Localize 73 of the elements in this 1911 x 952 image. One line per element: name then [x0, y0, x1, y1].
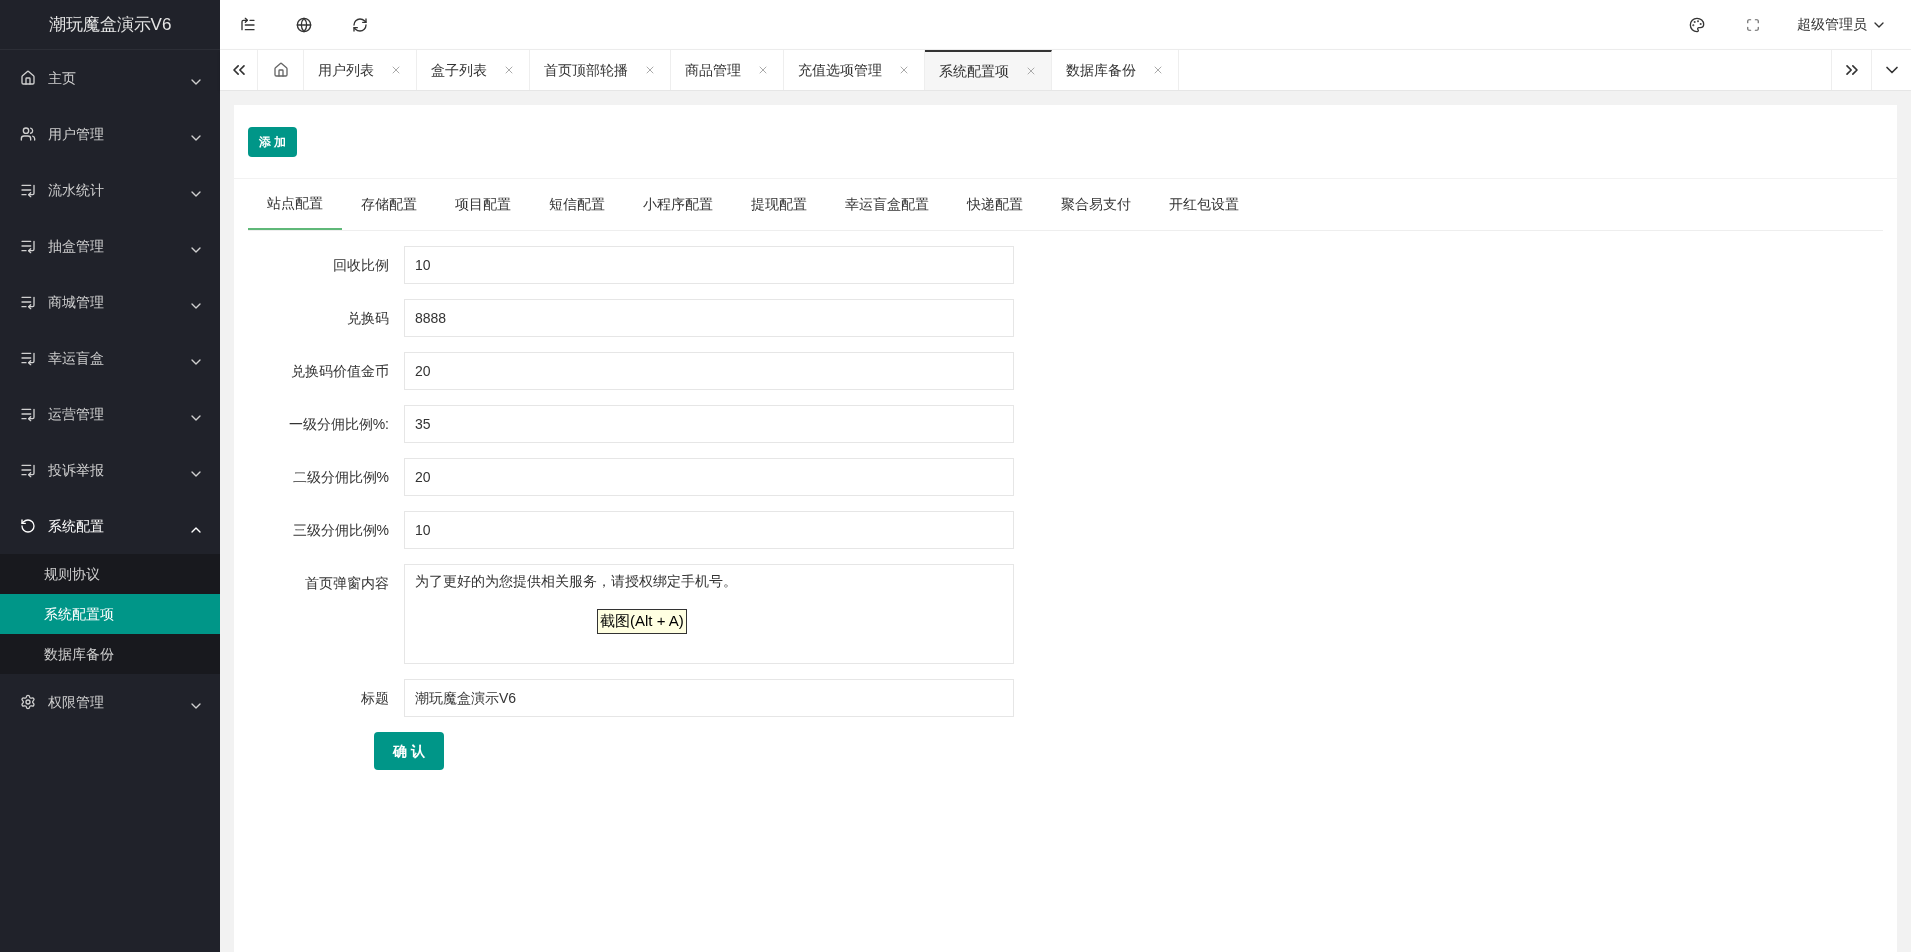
close-icon[interactable] [644, 64, 656, 76]
sidebar-item[interactable]: 运营管理 [0, 386, 220, 442]
sidebar-item[interactable]: 幸运盲盒 [0, 330, 220, 386]
field-label: 兑换码 [346, 309, 390, 328]
confirm-button[interactable]: 确 认 [374, 732, 444, 770]
config-tab[interactable]: 开红包设置 [1150, 179, 1258, 230]
submenu-item[interactable]: 规则协议 [0, 554, 220, 594]
close-icon[interactable] [503, 64, 515, 76]
home-icon [272, 62, 289, 78]
sidebar-item[interactable]: 系统配置 [0, 498, 220, 554]
input-field[interactable]: 20 [404, 458, 1014, 496]
list-icon [20, 238, 36, 254]
config-tab[interactable]: 快递配置 [948, 179, 1042, 230]
sidebar-item[interactable]: 流水统计 [0, 162, 220, 218]
cycle-icon [20, 518, 36, 534]
input-field[interactable]: 35 [404, 405, 1014, 443]
input-field[interactable]: 潮玩魔盒演示V6 [404, 679, 1014, 717]
fullscreen-icon [1746, 17, 1760, 32]
refresh-icon [352, 16, 368, 33]
input-field[interactable]: 20 [404, 352, 1014, 390]
sidebar-item[interactable]: 用户管理 [0, 106, 220, 162]
close-icon[interactable] [1152, 64, 1164, 76]
list-icon [20, 462, 36, 478]
config-tab[interactable]: 聚合易支付 [1042, 179, 1150, 230]
close-icon[interactable] [1025, 65, 1037, 77]
page-tab[interactable]: 盒子列表 [417, 50, 530, 90]
globe-icon [296, 16, 312, 33]
field-label: 回收比例 [332, 256, 390, 275]
config-tab[interactable]: 项目配置 [436, 179, 530, 230]
sidebar-item[interactable]: 权限管理 [0, 674, 220, 730]
field-label: 兑换码价值金币 [290, 362, 390, 381]
field-label: 二级分佣比例% [291, 468, 390, 487]
app-title: 潮玩魔盒演示V6 [48, 13, 172, 36]
page-tab[interactable]: 数据库备份 [1052, 50, 1179, 90]
page-tab[interactable]: 商品管理 [671, 50, 784, 90]
config-tab[interactable]: 存储配置 [342, 179, 436, 230]
field-label: 一级分佣比例%: [287, 415, 390, 434]
submenu-item[interactable]: 系统配置项 [0, 594, 220, 634]
add-button[interactable]: 添 加 [248, 126, 298, 157]
sidebar-item[interactable]: 抽盒管理 [0, 218, 220, 274]
page-tab[interactable]: 用户列表 [304, 50, 417, 90]
config-tab[interactable]: 小程序配置 [624, 179, 732, 230]
config-tab[interactable]: 站点配置 [248, 179, 342, 230]
list-icon [20, 294, 36, 310]
close-icon[interactable] [898, 64, 910, 76]
config-tab[interactable]: 提现配置 [732, 179, 826, 230]
home-icon [20, 70, 36, 86]
list-icon [20, 182, 36, 198]
sidebar-item[interactable]: 主页 [0, 50, 220, 106]
tooltip: 截图(Alt + A) [597, 609, 687, 634]
textarea-field[interactable]: 为了更好的为您提供相关服务，请授权绑定手机号。 截图(Alt + A) [404, 564, 1014, 664]
config-tab[interactable]: 幸运盲盒配置 [826, 179, 948, 230]
close-icon[interactable] [390, 64, 402, 76]
field-label: 首页弹窗内容 [304, 574, 390, 593]
config-tab[interactable]: 短信配置 [530, 179, 624, 230]
input-field[interactable]: 8888 [404, 299, 1014, 337]
field-label: 三级分佣比例% [291, 521, 390, 540]
user-menu[interactable]: 超级管理员 [1781, 0, 1903, 49]
close-icon[interactable] [757, 64, 769, 76]
users-icon [20, 126, 36, 142]
gear-icon [20, 694, 36, 710]
sidebar-item[interactable]: 商城管理 [0, 274, 220, 330]
input-field[interactable]: 10 [404, 246, 1014, 284]
input-field[interactable]: 10 [404, 511, 1014, 549]
page-tab[interactable]: 系统配置项 [925, 50, 1052, 90]
menu-icon [240, 16, 256, 33]
page-tab[interactable]: 首页顶部轮播 [530, 50, 671, 90]
submenu-item[interactable]: 数据库备份 [0, 634, 220, 674]
field-label: 标题 [360, 689, 390, 708]
list-icon [20, 350, 36, 366]
list-icon [20, 406, 36, 422]
sidebar-item[interactable]: 投诉举报 [0, 442, 220, 498]
palette-icon [1689, 16, 1705, 33]
